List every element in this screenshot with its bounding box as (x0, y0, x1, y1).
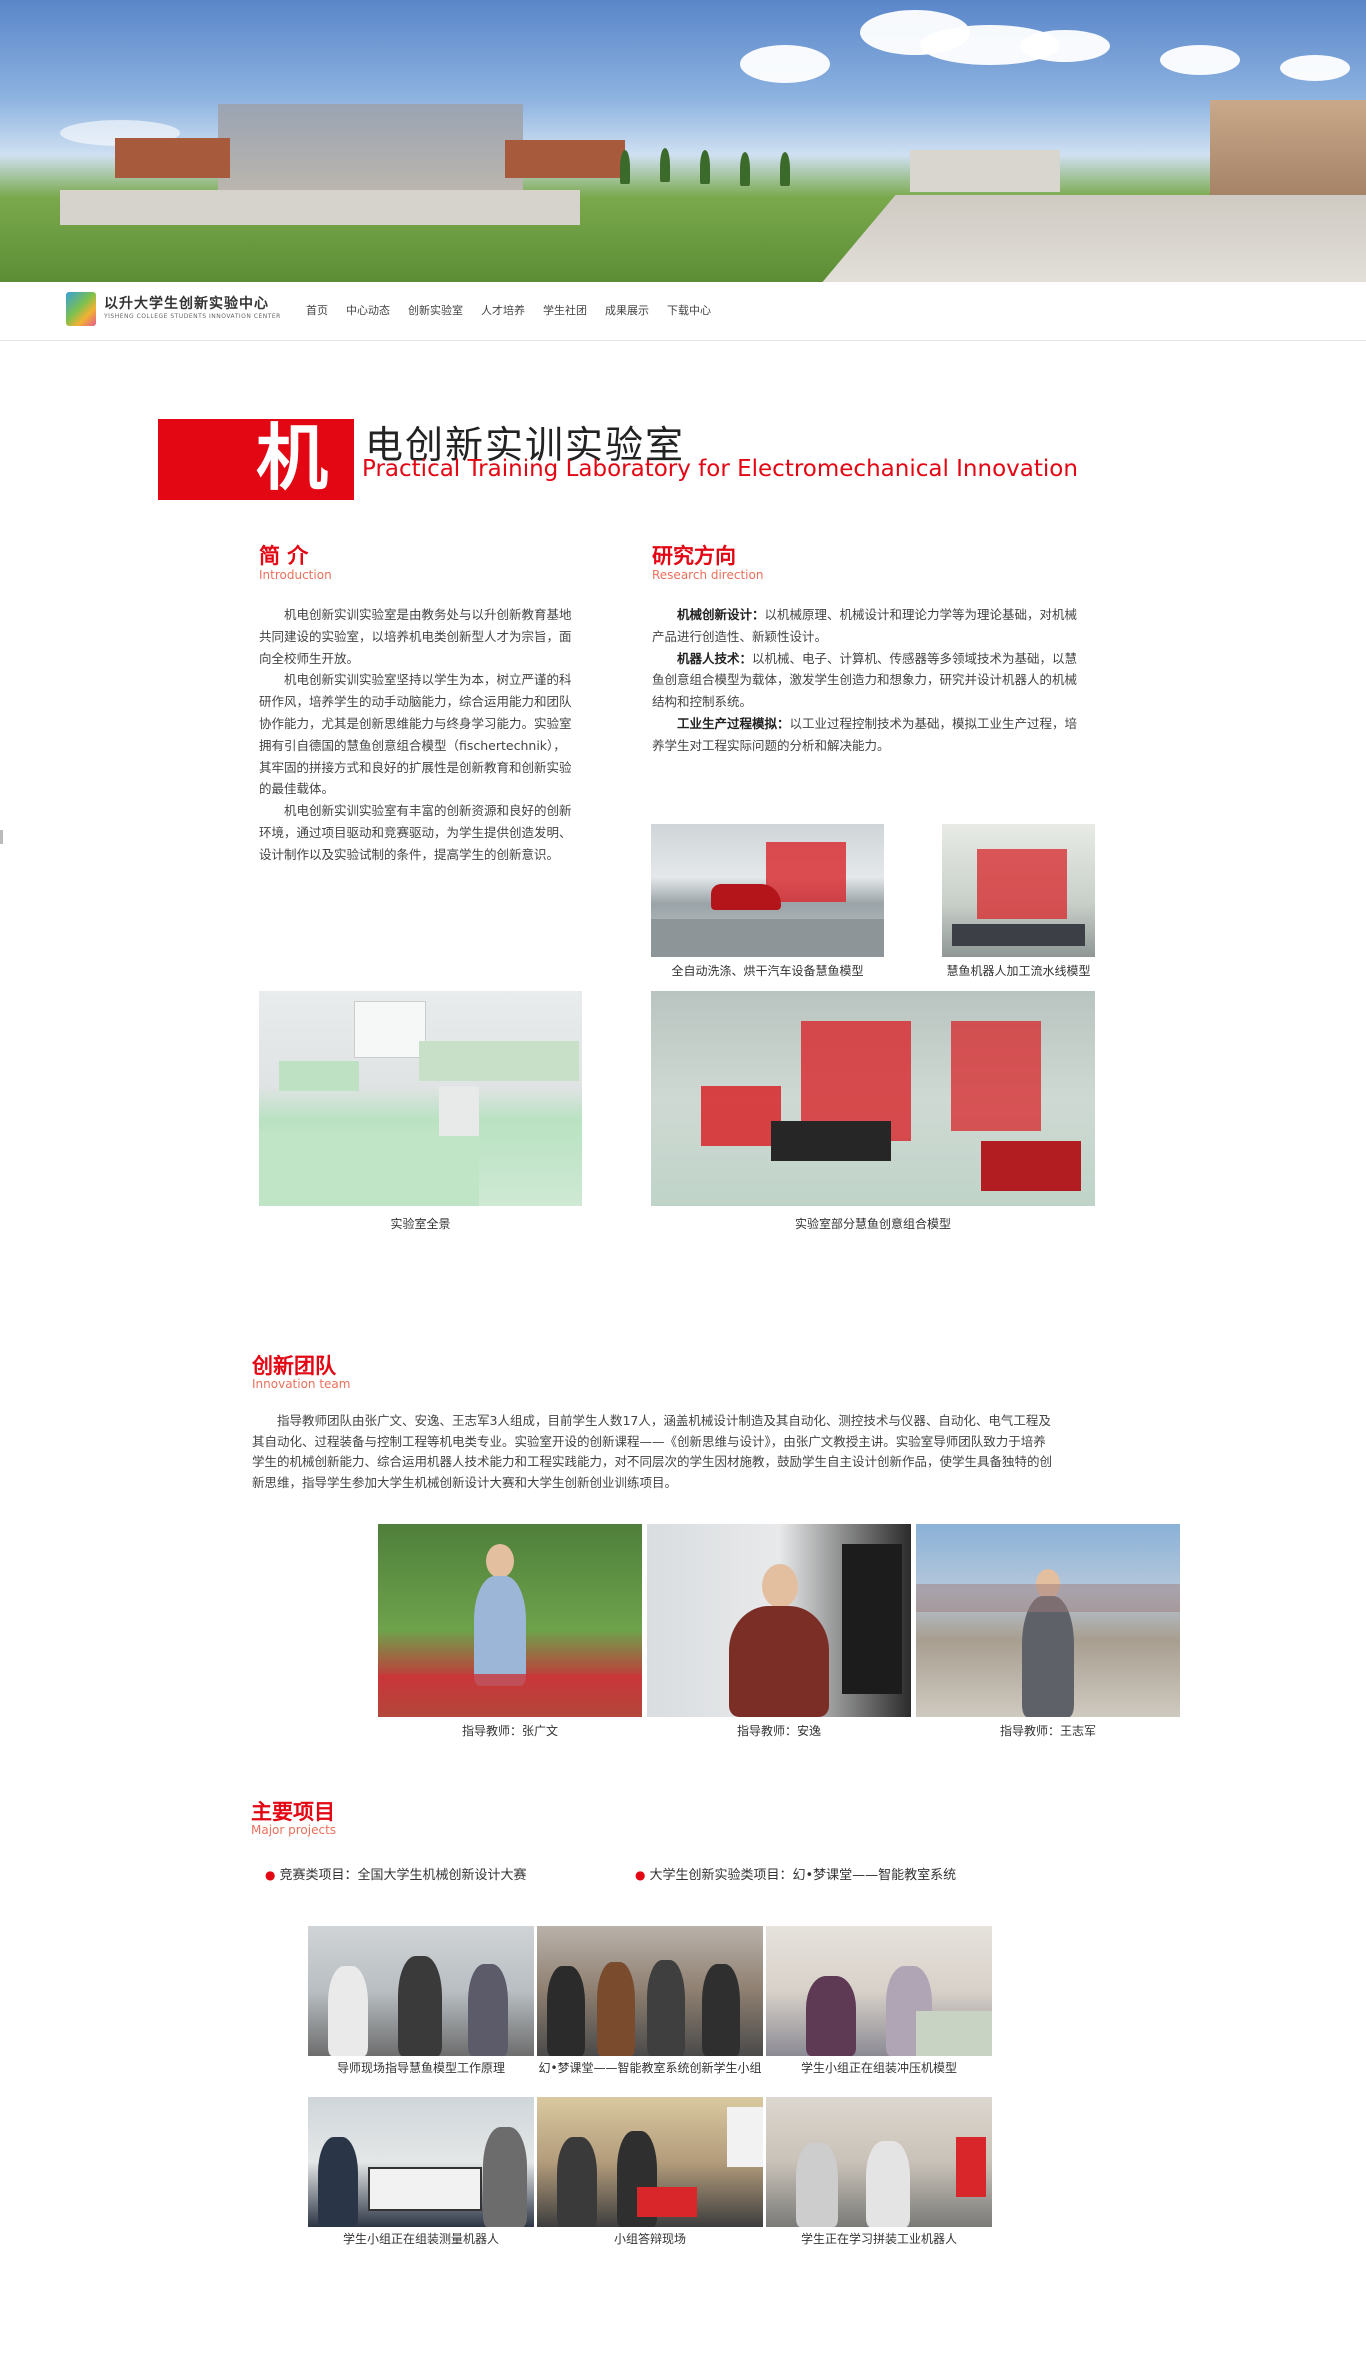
research-item-title: 工业生产过程模拟： (677, 715, 790, 731)
photo-car-wash-model (651, 824, 884, 957)
research-item: 机械创新设计：以机械原理、机械设计和理论力学等为理论基础，对机械产品进行创造性、… (652, 604, 1082, 648)
research-item-title: 机器人技术： (677, 650, 753, 666)
photo-caption: 实验室全景 (390, 1217, 451, 1231)
photo-teacher-zhang (378, 1524, 642, 1717)
project-item: ● 大学生创新实验类项目：幻•梦课堂——智能教室系统 (635, 1864, 956, 1883)
intro-paragraph: 机电创新实训实验室有丰富的创新资源和良好的创新环境，通过项目驱动和竞赛驱动，为学… (259, 803, 572, 862)
menu-item-home[interactable]: 首页 (306, 302, 328, 318)
project-item-text: 竞赛类项目：全国大学生机械创新设计大赛 (279, 1868, 527, 1883)
photo-caption: 实验室部分慧鱼创意组合模型 (794, 1217, 951, 1231)
research-item: 机器人技术：以机械、电子、计算机、传感器等多领域技术为基础，以慧鱼创意组合模型为… (652, 648, 1082, 713)
photo-defense-session (537, 2097, 763, 2227)
bullet-dot-icon: ● (265, 1868, 276, 1882)
research-heading: 研究方向 (652, 543, 736, 568)
research-heading-en: Research direction (652, 568, 764, 582)
team-paragraph: 指导教师团队由张广文、安逸、王志军3人组成，目前学生人数17人，涵盖机械设计制造… (252, 1413, 1053, 1490)
page-title-english: Practical Training Laboratory for Electr… (362, 456, 1078, 482)
intro-paragraph: 机电创新实训实验室是由教务处与以升创新教育基地共同建设的实验室，以培养机电类创新… (259, 607, 572, 666)
photo-caption: 全自动洗涤、烘干汽车设备慧鱼模型 (671, 964, 864, 978)
photo-smart-classroom-team (537, 1926, 763, 2056)
intro-text: 机电创新实训实验室是由教务处与以升创新教育基地共同建设的实验室，以培养机电类创新… (259, 604, 573, 866)
top-navigation-bar: 以升大学生创新实验中心 YISHENG COLLEGE STUDENTS INN… (0, 282, 1366, 341)
projects-heading: 主要项目 (251, 1799, 335, 1824)
photo-caption: 小组答辩现场 (613, 2232, 686, 2246)
intro-heading: 简 介 (259, 543, 309, 568)
hero-banner-campus-photo (0, 0, 1366, 282)
photo-assembling-press-model (766, 1926, 992, 2056)
photo-caption: 导师现场指导慧鱼模型工作原理 (336, 2061, 505, 2075)
project-item-text: 大学生创新实验类项目：幻•梦课堂——智能教室系统 (649, 1868, 957, 1883)
photo-caption: 幻•梦课堂——智能教室系统创新学生小组 (538, 2061, 762, 2075)
photo-caption: 慧鱼机器人加工流水线模型 (946, 964, 1091, 978)
photo-caption: 指导教师：王志军 (999, 1724, 1096, 1738)
team-heading-en: Innovation team (252, 1377, 351, 1391)
project-item: ● 竞赛类项目：全国大学生机械创新设计大赛 (265, 1864, 527, 1883)
projects-heading-en: Major projects (251, 1823, 337, 1837)
photo-laboratory-overview (259, 991, 582, 1206)
photo-assembling-industrial-robot (766, 2097, 992, 2227)
menu-item-talent[interactable]: 人才培养 (481, 302, 525, 318)
photo-teacher-wang (916, 1524, 1180, 1717)
intro-paragraph: 机电创新实训实验室坚持以学生为本，树立严谨的科研作风，培养学生的动手动脑能力，综… (259, 672, 572, 797)
team-heading: 创新团队 (252, 1353, 336, 1378)
main-menu: 首页 中心动态 创新实验室 人才培养 学生社团 成果展示 下载中心 (306, 302, 729, 318)
photo-caption: 指导教师：安逸 (736, 1724, 821, 1738)
bullet-dot-icon: ● (635, 1868, 646, 1882)
page-edge-marker (0, 830, 3, 844)
research-item: 工业生产过程模拟：以工业过程控制技术为基础，模拟工业生产过程，培养学生对工程实际… (652, 713, 1082, 757)
photo-caption: 指导教师：张广文 (461, 1724, 558, 1738)
menu-item-center-news[interactable]: 中心动态 (346, 302, 390, 318)
photo-fischertechnik-models (651, 991, 1095, 1206)
menu-item-student-clubs[interactable]: 学生社团 (543, 302, 587, 318)
photo-assembling-measurement-robot (308, 2097, 534, 2227)
intro-heading-en: Introduction (259, 568, 332, 582)
research-text: 机械创新设计：以机械原理、机械设计和理论力学等为理论基础，对机械产品进行创造性、… (652, 604, 1082, 757)
photo-caption: 学生正在学习拼装工业机器人 (800, 2232, 957, 2246)
photo-robot-assembly-line-model (942, 824, 1095, 957)
logo-subtitle: YISHENG COLLEGE STUDENTS INNOVATION CENT… (104, 313, 281, 320)
menu-item-achievements[interactable]: 成果展示 (605, 302, 649, 318)
photo-teacher-an (647, 1524, 911, 1717)
logo-icon[interactable] (66, 292, 96, 326)
menu-item-downloads[interactable]: 下载中心 (667, 302, 711, 318)
team-text: 指导教师团队由张广文、安逸、王志军3人组成，目前学生人数17人，涵盖机械设计制造… (252, 1411, 1052, 1493)
title-first-character: 机 (256, 415, 329, 500)
photo-mentor-guidance (308, 1926, 534, 2056)
photo-caption: 学生小组正在组装冲压机模型 (800, 2061, 957, 2075)
logo-title[interactable]: 以升大学生创新实验中心 (104, 293, 269, 313)
photo-caption: 学生小组正在组装测量机器人 (342, 2232, 499, 2246)
menu-item-innovation-lab[interactable]: 创新实验室 (408, 302, 463, 318)
research-item-title: 机械创新设计： (677, 607, 765, 622)
